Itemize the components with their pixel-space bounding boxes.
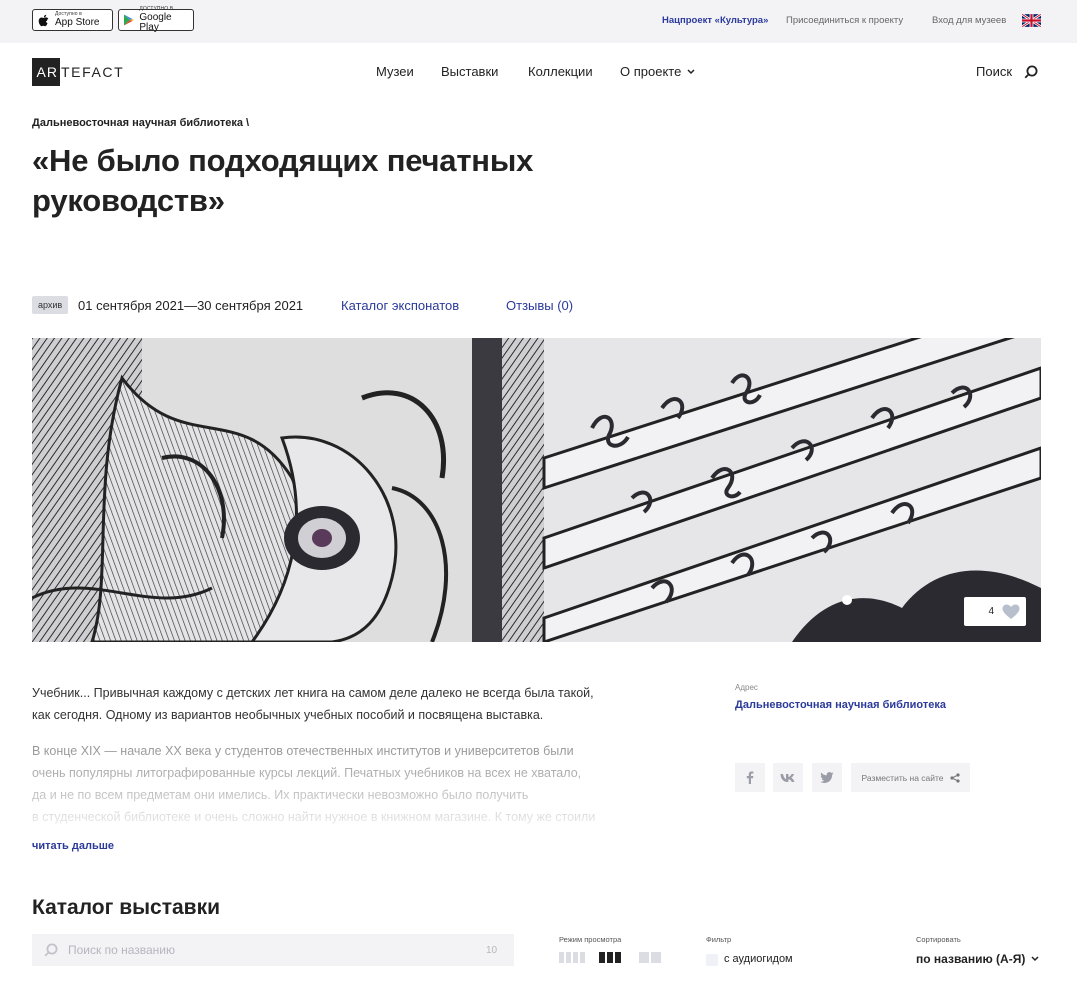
page-title-line-2: руководств» (32, 183, 225, 218)
sort-select[interactable]: по названию (А-Я) (916, 952, 1039, 966)
tab-reviews[interactable]: Отзывы (0) (506, 298, 573, 313)
search-icon (44, 943, 58, 957)
google-play-label: Google Play (139, 12, 172, 33)
desc-p2-line4: в студенческой библиотеке и очень сложно… (32, 810, 596, 824)
view-mode-large[interactable] (639, 952, 661, 963)
share-icon (949, 772, 960, 783)
nav-exhibitions[interactable]: Выставки (441, 64, 498, 79)
logo-box: AR (32, 58, 60, 86)
natsproekt-link[interactable]: Нацпроект «Культура» (662, 15, 768, 26)
vk-icon (780, 773, 795, 782)
nav-about[interactable]: О проекте (620, 64, 695, 79)
page-title-line-1: «Не было подходящих печатных (32, 143, 534, 178)
artefact-logo[interactable]: AR TEFACT (32, 58, 124, 86)
share-facebook-button[interactable] (735, 763, 765, 792)
audioguide-checkbox[interactable] (706, 954, 718, 966)
apple-icon (37, 14, 50, 27)
museum-login-link[interactable]: Вход для музеев (932, 15, 1006, 26)
share-twitter-button[interactable] (812, 763, 842, 792)
desc-p2-line3: да и не по всем предметам они имелись. И… (32, 788, 529, 802)
desc-p2-line2: очень популярны литографированные курсы … (32, 766, 582, 780)
catalog-title: Каталог выставки (32, 896, 221, 919)
read-more-link[interactable]: читать дальше (32, 840, 114, 852)
app-store-label: App Store (55, 17, 100, 28)
facebook-icon (746, 771, 754, 784)
chevron-down-icon (1031, 956, 1039, 962)
share-vk-button[interactable] (773, 763, 803, 792)
filter-label: Фильтр (706, 935, 732, 944)
app-store-badge[interactable]: Доступно в App Store (32, 9, 113, 31)
catalog-search-input[interactable] (68, 943, 468, 957)
google-play-badge[interactable]: ДОСТУПНО В Google Play (118, 7, 194, 33)
search-icon (1024, 65, 1038, 78)
view-mode-grid[interactable] (599, 952, 621, 963)
description-intro: Учебник... Привычная каждому с детских л… (32, 682, 607, 745)
exhibition-dates: 01 сентября 2021—30 сентября 2021 (78, 298, 304, 313)
status-badge: архив (32, 296, 69, 314)
search-label: Поиск (976, 64, 1013, 79)
logo-text: TEFACT (61, 64, 125, 80)
like-button[interactable]: 4 (964, 597, 1026, 626)
sort-value: по названию (А-Я) (916, 952, 1026, 966)
google-play-icon (123, 14, 134, 27)
embed-on-site-button[interactable]: Разместить на сайте (851, 763, 970, 792)
chevron-down-icon (687, 68, 695, 74)
address-link[interactable]: Дальневосточная научная библиотека (735, 699, 946, 711)
tab-catalog[interactable]: Каталог экспонатов (341, 298, 459, 313)
view-mode-label: Режим просмотра (559, 935, 622, 944)
view-mode-list[interactable] (559, 952, 585, 963)
nav-museums[interactable]: Музеи (376, 64, 414, 79)
sort-label: Сортировать (916, 935, 961, 944)
description-fade: В конце XIX — начале XX века у студентов… (32, 740, 612, 835)
hero-image (32, 338, 1041, 642)
desc-p1-line2: как сегодня. Одному из вариантов необычн… (32, 708, 544, 722)
desc-p1-line1: Учебник... Привычная каждому с детских л… (32, 686, 594, 700)
catalog-search[interactable] (32, 934, 514, 966)
heart-icon (1002, 604, 1020, 619)
join-project-link[interactable]: Присоединиться к проекту (786, 15, 903, 26)
embed-on-site-label: Разместить на сайте (861, 772, 944, 783)
audioguide-filter-label[interactable]: с аудиогидом (724, 953, 793, 965)
twitter-icon (820, 772, 834, 783)
top-bar: Доступно в App Store ДОСТУПНО В Google P… (0, 0, 1077, 43)
breadcrumb[interactable]: Дальневосточная научная библиотека \ (32, 117, 249, 129)
address-label: Адрес (735, 683, 758, 692)
nav-collections[interactable]: Коллекции (528, 64, 593, 79)
catalog-count: 10 (486, 945, 498, 956)
header-search[interactable]: Поиск (976, 64, 1038, 79)
page-title: «Не было подходящих печатных руководств» (32, 141, 632, 221)
like-count: 4 (988, 606, 994, 617)
uk-flag-icon[interactable] (1022, 14, 1041, 27)
desc-p2-line1: В конце XIX — начале XX века у студентов… (32, 744, 574, 758)
nav-about-label: О проекте (620, 64, 682, 79)
